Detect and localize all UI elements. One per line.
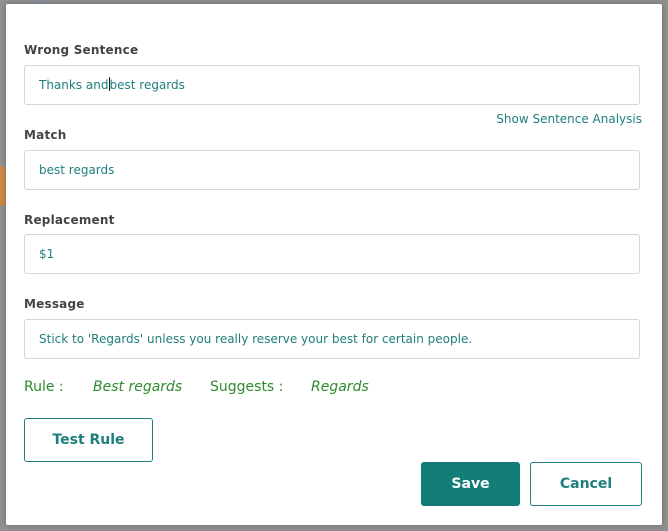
rule-label: Rule : — [24, 379, 64, 395]
show-sentence-analysis-link[interactable]: Show Sentence Analysis — [496, 112, 642, 126]
wrong-sentence-text-after-caret: best regards — [109, 78, 185, 92]
message-input[interactable]: Stick to 'Regards' unless you really res… — [24, 319, 640, 359]
replacement-input[interactable]: $1 — [24, 234, 640, 274]
wrong-sentence-label: Wrong Sentence — [24, 43, 139, 57]
message-label: Message — [24, 297, 85, 311]
wrong-sentence-input[interactable]: Thanks andbest regards — [24, 65, 640, 105]
replacement-label: Replacement — [24, 213, 115, 227]
suggests-value: Regards — [311, 379, 369, 395]
suggests-label: Suggests : — [210, 379, 284, 395]
cancel-button[interactable]: Cancel — [530, 462, 642, 506]
match-label: Match — [24, 128, 67, 142]
edit-rule-dialog: Wrong Sentence Thanks andbest regards Sh… — [6, 4, 662, 525]
match-input[interactable]: best regards — [24, 150, 640, 190]
test-rule-button[interactable]: Test Rule — [24, 418, 153, 462]
rule-value: Best regards — [93, 379, 183, 395]
wrong-sentence-text-before-caret: Thanks and — [39, 78, 109, 92]
save-button[interactable]: Save — [421, 462, 520, 506]
